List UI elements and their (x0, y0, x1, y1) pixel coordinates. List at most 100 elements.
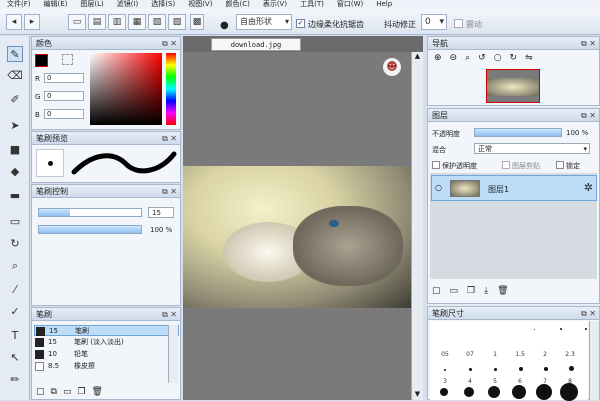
protect-alpha-checkbox[interactable] (432, 161, 440, 169)
brush-tool-icon[interactable]: ✐ (7, 92, 23, 108)
menu-layer[interactable]: 图层(L) (80, 0, 103, 9)
eraser-tool-icon[interactable]: ⌫ (7, 68, 23, 84)
rotate-right-icon[interactable]: ↻ (510, 53, 526, 63)
brush-item[interactable]: 15 笔刷 (34, 325, 179, 336)
bucket-tool-icon[interactable]: ◆ (7, 164, 23, 180)
rotate-left-icon[interactable]: ↺ (478, 53, 494, 63)
gradient-tool-icon[interactable]: ▬ (7, 188, 23, 204)
foreground-color-swatch[interactable] (35, 54, 48, 67)
menu-tools[interactable]: 工具(T) (300, 0, 324, 9)
zoom-fit-icon[interactable]: ⌕ (465, 53, 478, 63)
brush-size-input[interactable]: 15 (148, 207, 174, 218)
layer-settings-icon[interactable]: ✲ (584, 181, 593, 194)
prev-icon[interactable]: ◂ (6, 14, 22, 30)
brush-item[interactable]: 15 笔刷 (淡入淡出) (34, 337, 179, 348)
panel-controls-icon[interactable]: ⧉ ✕ (162, 37, 177, 50)
copy-brush-icon[interactable]: ⧉ (51, 387, 63, 397)
grid-icon[interactable]: ▨ (168, 14, 186, 30)
lasso-icon[interactable]: ↻ (7, 236, 23, 252)
brush-item[interactable]: 8.5 橡皮擦 (34, 361, 179, 372)
brush-size-scrollbar[interactable] (589, 321, 599, 400)
pick-tool-icon[interactable]: ✓ (7, 304, 23, 320)
fill-tool-icon[interactable]: ■ (7, 142, 23, 158)
zoom-out-icon[interactable]: ⊖ (450, 53, 466, 63)
menu-select[interactable]: 选择(S) (151, 0, 175, 9)
saturation-value-picker[interactable] (90, 53, 162, 125)
next-icon[interactable]: ▸ (24, 14, 40, 30)
selection-xor-icon[interactable]: ▧ (148, 14, 166, 30)
scroll-down-icon[interactable]: ▼ (413, 390, 422, 400)
cat-photo[interactable] (183, 166, 411, 308)
brush-opacity-slider[interactable] (38, 225, 142, 234)
panel-controls-icon[interactable]: ⧉ ✕ (581, 37, 596, 50)
canvas-background[interactable]: ☻ (183, 52, 411, 400)
selection-sub-icon[interactable]: ▥ (108, 14, 126, 30)
selection-mode-icon[interactable]: ▭ (68, 14, 86, 30)
layer-name: 图层1 (488, 185, 510, 194)
panel-controls-icon[interactable]: ⧉ ✕ (162, 185, 177, 198)
stripe-icon[interactable]: ▩ (190, 14, 204, 30)
canvas-vertical-scrollbar[interactable]: ▲ ▼ (411, 52, 423, 400)
zoom-in-icon[interactable]: ⊕ (434, 53, 450, 63)
move-tool-icon[interactable]: ➤ (7, 118, 23, 134)
pen-tool-icon[interactable]: ✎ (7, 46, 23, 62)
brush-list-scrollbar[interactable] (168, 325, 178, 383)
brush-size-slider[interactable] (38, 208, 142, 217)
menu-file[interactable]: 文件(F) (7, 0, 31, 9)
b-input[interactable]: 0 (44, 109, 84, 119)
duplicate-layer-icon[interactable]: ❐ (467, 286, 484, 296)
rotate-reset-icon[interactable]: ○ (494, 53, 510, 63)
menu-edit[interactable]: 编辑(E) (44, 0, 68, 9)
cat-eye (329, 220, 339, 227)
select-arrow-icon[interactable]: ↖ (7, 350, 23, 366)
dot-icon: ● (220, 20, 229, 31)
document-tab[interactable]: download.jpg (211, 38, 301, 51)
menu-view[interactable]: 视图(V) (188, 0, 212, 9)
color-panel: 颜色 ⧉ ✕ R 0 G 0 B 0 (31, 36, 181, 130)
navigator-thumbnail[interactable] (486, 69, 540, 103)
transparent-color-swatch[interactable] (62, 54, 73, 65)
scroll-up-icon[interactable]: ▲ (413, 52, 422, 62)
menu-filter[interactable]: 滤镜(I) (117, 0, 139, 9)
zoom-tool-icon[interactable]: ⌕ (7, 258, 23, 274)
selection-add-icon[interactable]: ▤ (88, 14, 106, 30)
brush-control-panel: 笔刷控制 ⧉ ✕ 15 100 % (31, 184, 181, 306)
merge-layer-icon[interactable]: ⤓ (484, 286, 497, 296)
eyedropper-icon[interactable]: ⁄ (7, 282, 23, 298)
menu-help[interactable]: Help (376, 0, 392, 9)
panel-controls-icon[interactable]: ⧉ ✕ (581, 307, 596, 320)
delete-layer-icon[interactable]: 🗑 (497, 286, 517, 296)
g-input[interactable]: 0 (44, 91, 84, 101)
layer-row[interactable]: ○ 图层1 ✲ (431, 175, 597, 201)
brush-item[interactable]: 10 铅笔 (34, 349, 179, 360)
mascot-icon: ☻ (383, 58, 401, 76)
r-input[interactable]: 0 (44, 73, 84, 83)
duplicate-icon[interactable]: ❐ (77, 387, 91, 397)
panel-controls-icon[interactable]: ⧉ ✕ (581, 109, 596, 122)
rect-select-icon[interactable]: ▭ (7, 214, 23, 230)
shape-select[interactable]: 自由形状 ▾ (236, 14, 292, 30)
menu-window[interactable]: 窗口(W) (337, 0, 363, 9)
vibrate-checkbox[interactable] (454, 19, 463, 28)
eye-icon[interactable]: ○ (435, 183, 442, 192)
new-folder-icon[interactable]: ▭ (450, 286, 468, 296)
layer-opacity-slider[interactable] (474, 128, 562, 137)
pencil-tool-icon[interactable]: ✏ (7, 372, 23, 388)
menu-color[interactable]: 颜色(C) (225, 0, 249, 9)
selection-int-icon[interactable]: ▦ (128, 14, 146, 30)
clip-checkbox[interactable] (502, 161, 510, 169)
antialias-checkbox[interactable]: ✓ (296, 19, 305, 28)
flip-icon[interactable]: ⇋ (525, 53, 541, 63)
new-layer-icon[interactable]: ▢ (432, 286, 450, 296)
new-brush-icon[interactable]: ▢ (36, 387, 51, 397)
panel-controls-icon[interactable]: ⧉ ✕ (162, 132, 177, 145)
hue-slider[interactable] (166, 53, 176, 125)
blend-select[interactable]: 正常 ▾ (474, 143, 590, 154)
text-tool-icon[interactable]: T (7, 328, 23, 344)
folder-icon[interactable]: ▭ (63, 387, 78, 397)
menu-display[interactable]: 表示(V) (263, 0, 287, 9)
panel-controls-icon[interactable]: ⧉ ✕ (162, 308, 177, 321)
delete-brush-icon[interactable]: 🗑 (92, 387, 109, 397)
lock-checkbox[interactable] (556, 161, 564, 169)
stabilizer-select[interactable]: 0 ▾ (421, 14, 447, 30)
